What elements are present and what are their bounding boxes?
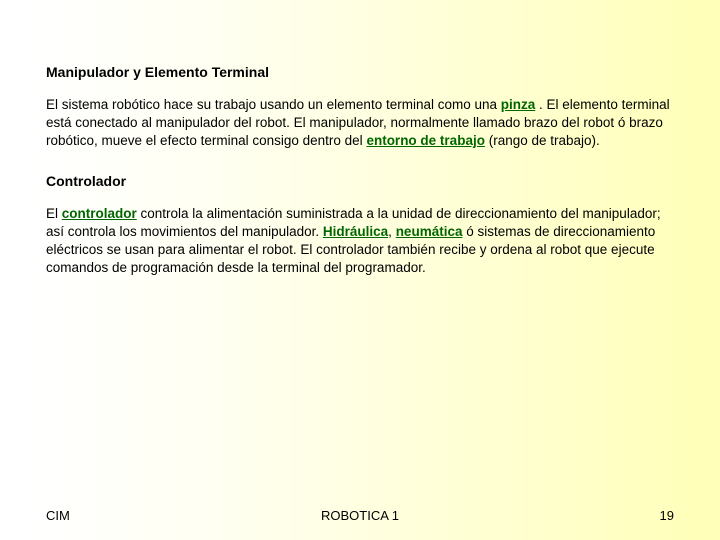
text: , xyxy=(388,224,396,239)
paragraph-controlador: El controlador controla la alimentación … xyxy=(46,205,674,278)
link-entorno-de-trabajo[interactable]: entorno de trabajo xyxy=(366,133,485,148)
heading-manipulador: Manipulador y Elemento Terminal xyxy=(46,64,674,80)
text: (rango de trabajo). xyxy=(485,133,600,148)
heading-controlador: Controlador xyxy=(46,173,674,189)
link-neumatica[interactable]: neumática xyxy=(396,224,463,239)
paragraph-manipulador: El sistema robótico hace su trabajo usan… xyxy=(46,96,674,151)
footer-center: ROBOTICA 1 xyxy=(0,508,720,523)
slide: Manipulador y Elemento Terminal El siste… xyxy=(0,0,720,540)
footer-page-number: 19 xyxy=(660,508,674,523)
text: El xyxy=(46,206,62,221)
text: El sistema robótico hace su trabajo usan… xyxy=(46,97,501,112)
link-pinza[interactable]: pinza xyxy=(501,97,536,112)
link-controlador[interactable]: controlador xyxy=(62,206,137,221)
link-hidraulica[interactable]: Hidráulica xyxy=(323,224,388,239)
